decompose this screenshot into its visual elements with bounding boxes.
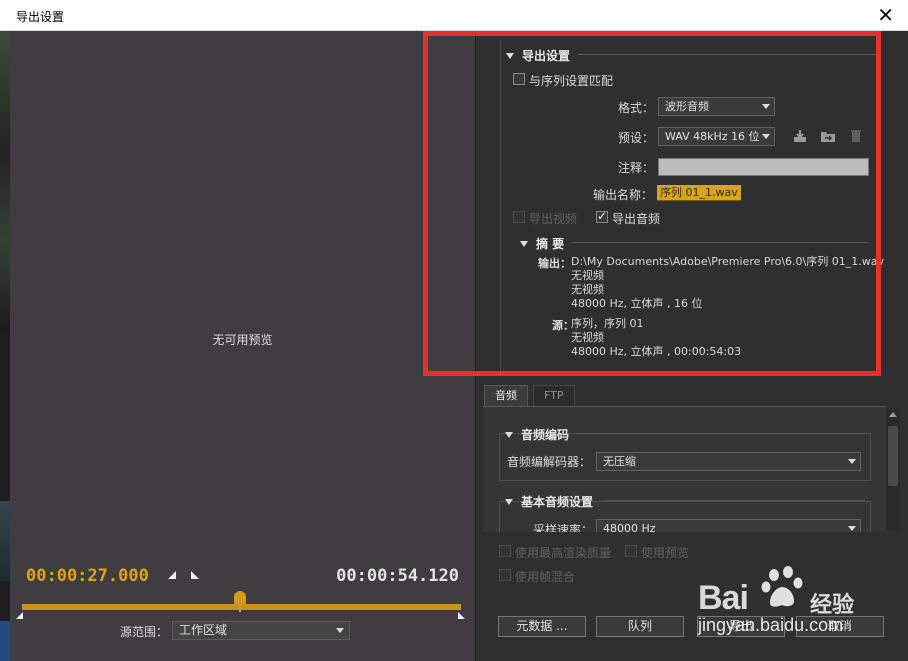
background-thumbnail: [0, 621, 10, 661]
preset-label: 预设：: [618, 131, 655, 145]
collapse-triangle-icon: [506, 53, 514, 59]
collapse-triangle-icon: [520, 241, 528, 247]
source-range-label: 源范围：: [120, 625, 169, 639]
playhead-line: [239, 604, 241, 612]
chevron-down-icon: [762, 134, 770, 139]
collapse-triangle-icon: [505, 499, 513, 505]
frame-blending-label: 使用帧混合: [515, 570, 576, 584]
frame-blending-checkbox[interactable]: [499, 569, 511, 581]
tab-ftp[interactable]: FTP: [533, 385, 575, 407]
export-audio-checkbox[interactable]: [596, 209, 608, 223]
comment-label: 注释：: [618, 161, 655, 175]
comment-field[interactable]: [658, 158, 869, 176]
import-preset-icon[interactable]: [820, 129, 836, 143]
basic-audio-heading-text: 基本音频设置: [521, 495, 594, 509]
group-divider: [572, 242, 868, 243]
group-divider: [578, 54, 876, 55]
set-in-point-icon[interactable]: [168, 571, 176, 579]
scroll-up-icon[interactable]: [889, 412, 897, 417]
timeline-bar[interactable]: [22, 604, 461, 610]
audio-codec-heading[interactable]: 音频编码: [505, 426, 569, 443]
window-title: 导出设置: [16, 10, 65, 24]
save-preset-icon[interactable]: [792, 129, 808, 143]
background-thumbnail: [0, 501, 10, 581]
summary-heading-text: 摘 要: [536, 237, 565, 251]
work-area-end-handle[interactable]: [458, 612, 465, 619]
summary-output-line: 无视频: [571, 283, 604, 296]
export-settings-heading[interactable]: 导出设置: [506, 47, 570, 64]
summary-output-line: 无视频: [571, 269, 604, 282]
no-preview-text: 无可用预览: [212, 333, 273, 347]
playhead-icon[interactable]: [234, 591, 246, 604]
scrollbar-thumb[interactable]: [888, 426, 898, 486]
settings-scrollbar[interactable]: [886, 408, 900, 530]
summary-source-line: 48000 Hz, 立体声 , 00:00:54:03: [571, 345, 742, 358]
audio-codec-value: 无压缩: [603, 455, 636, 468]
use-previews-label: 使用预览: [641, 546, 690, 560]
group-divider: [603, 500, 865, 501]
delete-preset-icon[interactable]: [848, 129, 864, 143]
use-previews-checkbox[interactable]: [625, 545, 637, 557]
format-label: 格式：: [618, 101, 655, 115]
chevron-down-icon: [848, 526, 856, 531]
title-bar: 导出设置 ✕: [0, 0, 908, 31]
set-out-point-icon[interactable]: [191, 571, 199, 579]
duration-timecode: 00:00:54.120: [336, 566, 459, 586]
summary-output-key: 输出：: [538, 257, 571, 270]
output-name-link[interactable]: 序列 01_1.wav: [657, 185, 741, 201]
cancel-button[interactable]: 取消: [796, 616, 884, 637]
group-divider: [575, 433, 865, 434]
background-thumbnail: [0, 31, 10, 331]
background-app-strip: [0, 31, 10, 661]
sample-rate-select[interactable]: 48000 Hz: [596, 519, 861, 532]
summary-source-line: 序列，序列 01: [571, 317, 644, 330]
chevron-down-icon: [336, 628, 344, 633]
chevron-down-icon: [848, 459, 856, 464]
basic-audio-heading[interactable]: 基本音频设置: [505, 493, 593, 510]
summary-heading[interactable]: 摘 要: [520, 235, 564, 252]
match-sequence-label: 与序列设置匹配: [529, 74, 614, 88]
sample-rate-value: 48000 Hz: [603, 522, 656, 532]
export-video-checkbox[interactable]: [513, 211, 525, 223]
match-sequence-checkbox[interactable]: [513, 73, 525, 85]
summary-output-path: D:\My Documents\Adobe\Premiere Pro\6.0\序…: [571, 255, 884, 268]
export-video-label: 导出视频: [529, 212, 578, 226]
export-audio-label: 导出音频: [612, 212, 661, 226]
sample-rate-label: 采样速率：: [533, 523, 594, 532]
work-area-start-handle[interactable]: [16, 612, 23, 619]
source-range-select[interactable]: 工作区域: [172, 621, 350, 640]
audio-tab-body: 音频编码 音频编解码器： 无压缩 基本音频设置 采样速率： 48000 Hz: [483, 406, 886, 532]
preset-select[interactable]: WAV 48kHz 16 位: [658, 127, 775, 146]
collapse-triangle-icon: [505, 432, 513, 438]
chevron-down-icon: [762, 104, 770, 109]
format-value: 波形音频: [665, 100, 709, 113]
tab-audio[interactable]: 音频: [484, 385, 528, 407]
current-timecode[interactable]: 00:00:27.000: [26, 566, 149, 586]
summary-source-line: 无视频: [571, 331, 604, 344]
audio-codec-heading-text: 音频编码: [521, 428, 570, 442]
max-render-quality-label: 使用最高渲染质量: [515, 546, 612, 560]
source-range-value: 工作区域: [179, 623, 228, 637]
close-icon[interactable]: ✕: [877, 3, 894, 27]
preview-pane: 无可用预览 00:00:27.000 00:00:54.120 源范围： 工作区…: [10, 31, 475, 661]
audio-codec-label: 音频编解码器：: [507, 455, 592, 469]
export-button[interactable]: 导出: [697, 616, 785, 637]
queue-button[interactable]: 队列: [596, 616, 684, 637]
audio-codec-select[interactable]: 无压缩: [596, 452, 861, 471]
export-settings-heading-text: 导出设置: [522, 49, 571, 63]
metadata-button[interactable]: 元数据 ...: [498, 616, 586, 637]
preset-value: WAV 48kHz 16 位: [665, 130, 760, 143]
output-name-label: 输出名称：: [593, 188, 654, 202]
max-render-quality-checkbox[interactable]: [499, 545, 511, 557]
format-select[interactable]: 波形音频: [658, 97, 775, 116]
summary-output-line: 48000 Hz, 立体声 , 16 位: [571, 297, 703, 310]
